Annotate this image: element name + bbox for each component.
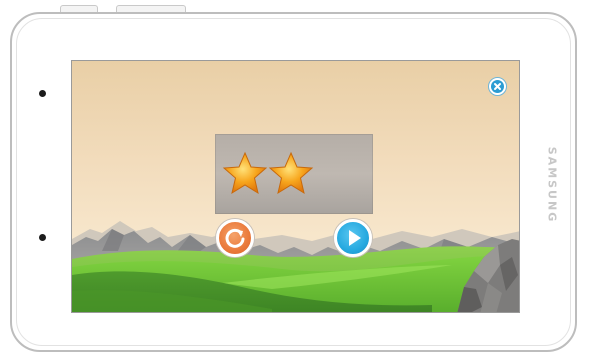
device-brand-label: SAMSUNG bbox=[545, 146, 559, 224]
game-screen bbox=[71, 60, 520, 313]
star-icon bbox=[268, 151, 314, 195]
replay-button[interactable] bbox=[216, 219, 254, 257]
close-icon bbox=[491, 80, 504, 93]
star-icon bbox=[222, 151, 268, 195]
close-button[interactable] bbox=[488, 77, 507, 96]
device-sensor-dot-top bbox=[39, 90, 46, 97]
device-mockup: SAMSUNG bbox=[0, 0, 589, 358]
play-button[interactable] bbox=[334, 219, 372, 257]
replay-icon bbox=[225, 228, 245, 248]
device-sensor-dot-bottom bbox=[39, 234, 46, 241]
play-icon bbox=[349, 230, 361, 246]
result-panel bbox=[215, 134, 373, 214]
